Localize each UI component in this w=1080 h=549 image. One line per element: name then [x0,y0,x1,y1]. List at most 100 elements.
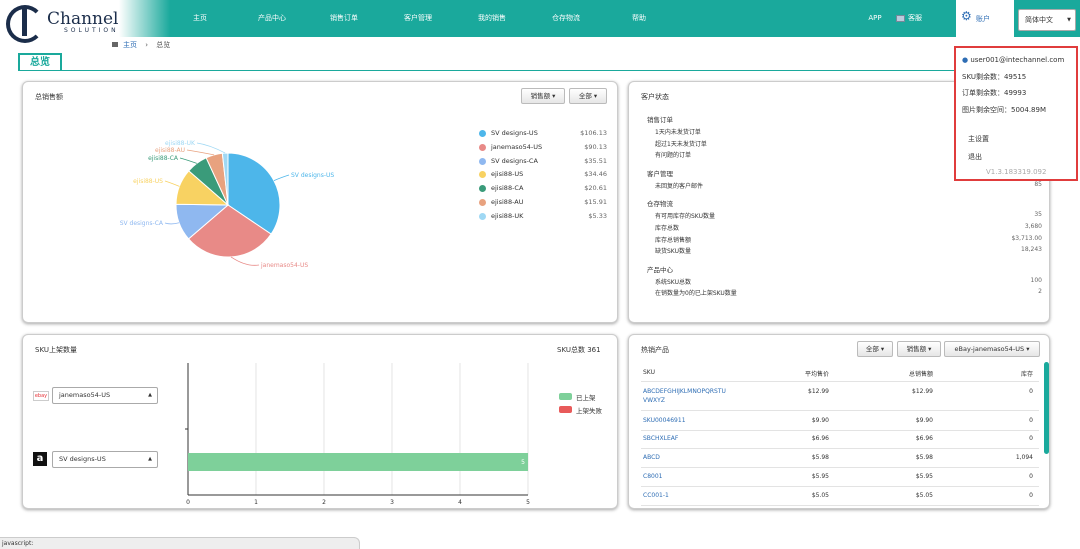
x-tick-label: 3 [390,499,394,506]
x-tick-label: 0 [186,499,190,506]
table-header: 总销售额 [908,371,933,378]
status-item-label[interactable]: 系统SKU总数 [655,277,691,286]
status-item-label[interactable]: 在销数量为0的已上架SKU数量 [655,288,737,297]
legend-label: ejisi88-UK [491,211,524,220]
pie-slice-label: ejisi88-UK [165,140,196,147]
sku-listing-panel: SKU上架数量 SKU总数 361 ebay janemaso54-US ▲ a… [22,334,618,509]
hot-products-scrollbar[interactable] [1044,362,1049,454]
image-space-remaining: 图片剩余空间：5004.89M [962,106,1046,114]
hot-range-dropdown[interactable]: 全部 ▾ [857,341,893,357]
sku-link[interactable]: ABCD [643,454,660,461]
legend-label: ejisi88-AU [491,198,524,206]
table-cell-stock: 0 [1029,435,1033,442]
breadcrumb-home[interactable]: 主页 [123,41,137,49]
user-icon: ● [962,56,969,64]
legend-failed-label: 上架失败 [576,407,602,415]
sku-remaining: SKU剩余数：49515 [962,73,1027,81]
table-cell-avg: $5.95 [811,473,829,480]
pie-slice-label: SV designs-CA [120,220,164,227]
hot-metric-dropdown[interactable]: 销售额 ▾ [897,341,941,357]
page-divider [18,70,1050,71]
status-item-label[interactable]: 1天内未发货订单 [655,127,701,136]
status-item-value: 2 [1038,288,1042,296]
status-item-value: 100 [1030,276,1042,284]
account-menu-button[interactable]: ⚙ 账户 [956,0,1014,37]
row-divider [641,430,1039,431]
nav-item-sales-orders[interactable]: 销售订单 [322,0,366,37]
legend-value: $15.91 [584,198,607,206]
legend-swatch-listed [559,393,572,400]
status-section-heading: 销售订单 [647,116,673,124]
table-cell-stock: 1,094 [1015,454,1033,461]
status-item-label[interactable]: 库存总销售额 [655,235,691,244]
legend-value: $5.33 [588,211,607,220]
table-header: 库存 [1020,371,1033,378]
table-cell-avg: $5.98 [811,454,829,461]
x-tick-label: 2 [322,499,326,506]
nav-item-service[interactable]: 客服 [896,0,936,37]
table-cell-avg: $12.99 [808,388,829,395]
total-sales-panel: 总销售额 销售额 ▾ 全部 ▾ SV designs-US janemaso54-… [22,81,618,323]
status-item-label[interactable]: 超过1天未发货订单 [655,139,707,148]
table-cell-avg: $6.96 [811,435,829,442]
status-item-label[interactable]: 有可用库存的SKU数量 [655,211,715,220]
nav-item-help[interactable]: 帮助 [624,0,654,37]
account-email: ● user001@intechannel.com [962,56,1064,64]
status-section-heading: 仓存物流 [647,200,673,209]
pie-leader-line [196,142,226,154]
legend-label: SV designs-CA [491,156,538,165]
table-cell-stock: 0 [1029,473,1033,480]
sku-link[interactable]: ABCDEFGHIJKLMNOPQRSTU [643,388,726,395]
nav-item-home[interactable]: 主页 [183,0,217,37]
logo-text: Channel [47,9,119,29]
panel-title: 热销产品 [641,346,669,354]
table-cell-total: $5.98 [915,454,933,461]
x-tick-label: 4 [458,499,462,506]
main-settings-link[interactable]: 主设置 [968,134,989,144]
status-item-label[interactable]: 库存总数 [655,223,679,232]
logout-link[interactable]: 退出 [968,152,982,162]
service-label: 客服 [908,14,922,22]
pie-slice-label: janemaso54-US [260,262,308,269]
status-item-label[interactable]: 缺货SKU数量 [655,246,691,255]
pie-slice-label: ejisi88-CA [148,155,179,162]
table-cell-total: $12.99 [912,388,933,395]
sku-link[interactable]: CC001-1 [643,492,669,499]
x-tick-label: 5 [526,499,530,506]
legend-value: $35.51 [584,156,607,165]
nav-item-customers[interactable]: 客户管理 [396,0,440,37]
sku-link[interactable]: C8001 [643,473,662,480]
sku-bar-value-label: 5 [521,459,525,466]
table-cell-total: $5.05 [915,492,933,499]
row-divider [641,486,1039,487]
language-select[interactable]: 简体中文 ▼ [1018,9,1076,31]
status-item-label[interactable]: 有问题的订单 [655,150,691,159]
sku-link-continued[interactable]: VWXYZ [643,397,665,404]
pie-leader-line [164,180,180,187]
row-divider [641,448,1039,449]
table-cell-stock: 0 [1029,492,1033,499]
nav-item-my-sales[interactable]: 我的销售 [470,0,514,37]
legend-listed-label: 已上架 [576,394,596,402]
table-cell-total: $6.96 [915,435,933,442]
sku-bar-listed[interactable] [188,453,528,471]
status-item-value: $3,713.00 [1011,234,1042,242]
status-item-label[interactable]: 未回复的客户邮件 [655,181,703,190]
row-divider [641,410,1039,411]
panel-title: 客户状态 [641,93,669,101]
account-label: 账户 [976,15,990,23]
row-divider [641,467,1039,468]
service-icon [896,14,905,22]
hot-store-dropdown[interactable]: eBay-janemaso54-US ▾ [944,341,1040,357]
pie-leader-line [273,174,290,181]
logo[interactable]: Channel SOLUTION [0,0,170,43]
nav-item-products[interactable]: 产品中心 [250,0,294,37]
nav-item-app[interactable]: APP [862,0,888,37]
pie-slice-label: ejisi88-US [133,178,163,185]
hot-products-panel: 热销产品 全部 ▾ 销售额 ▾ eBay-janemaso54-US ▾ SKU… [628,334,1050,509]
nav-item-warehouse[interactable]: 仓存物流 [544,0,588,37]
status-item-value: 85 [1034,180,1042,188]
sku-link[interactable]: SBCHXLEAF [643,435,678,442]
sku-link[interactable]: SKU00046911 [643,417,686,424]
email-text: user001@intechannel.com [970,56,1065,64]
